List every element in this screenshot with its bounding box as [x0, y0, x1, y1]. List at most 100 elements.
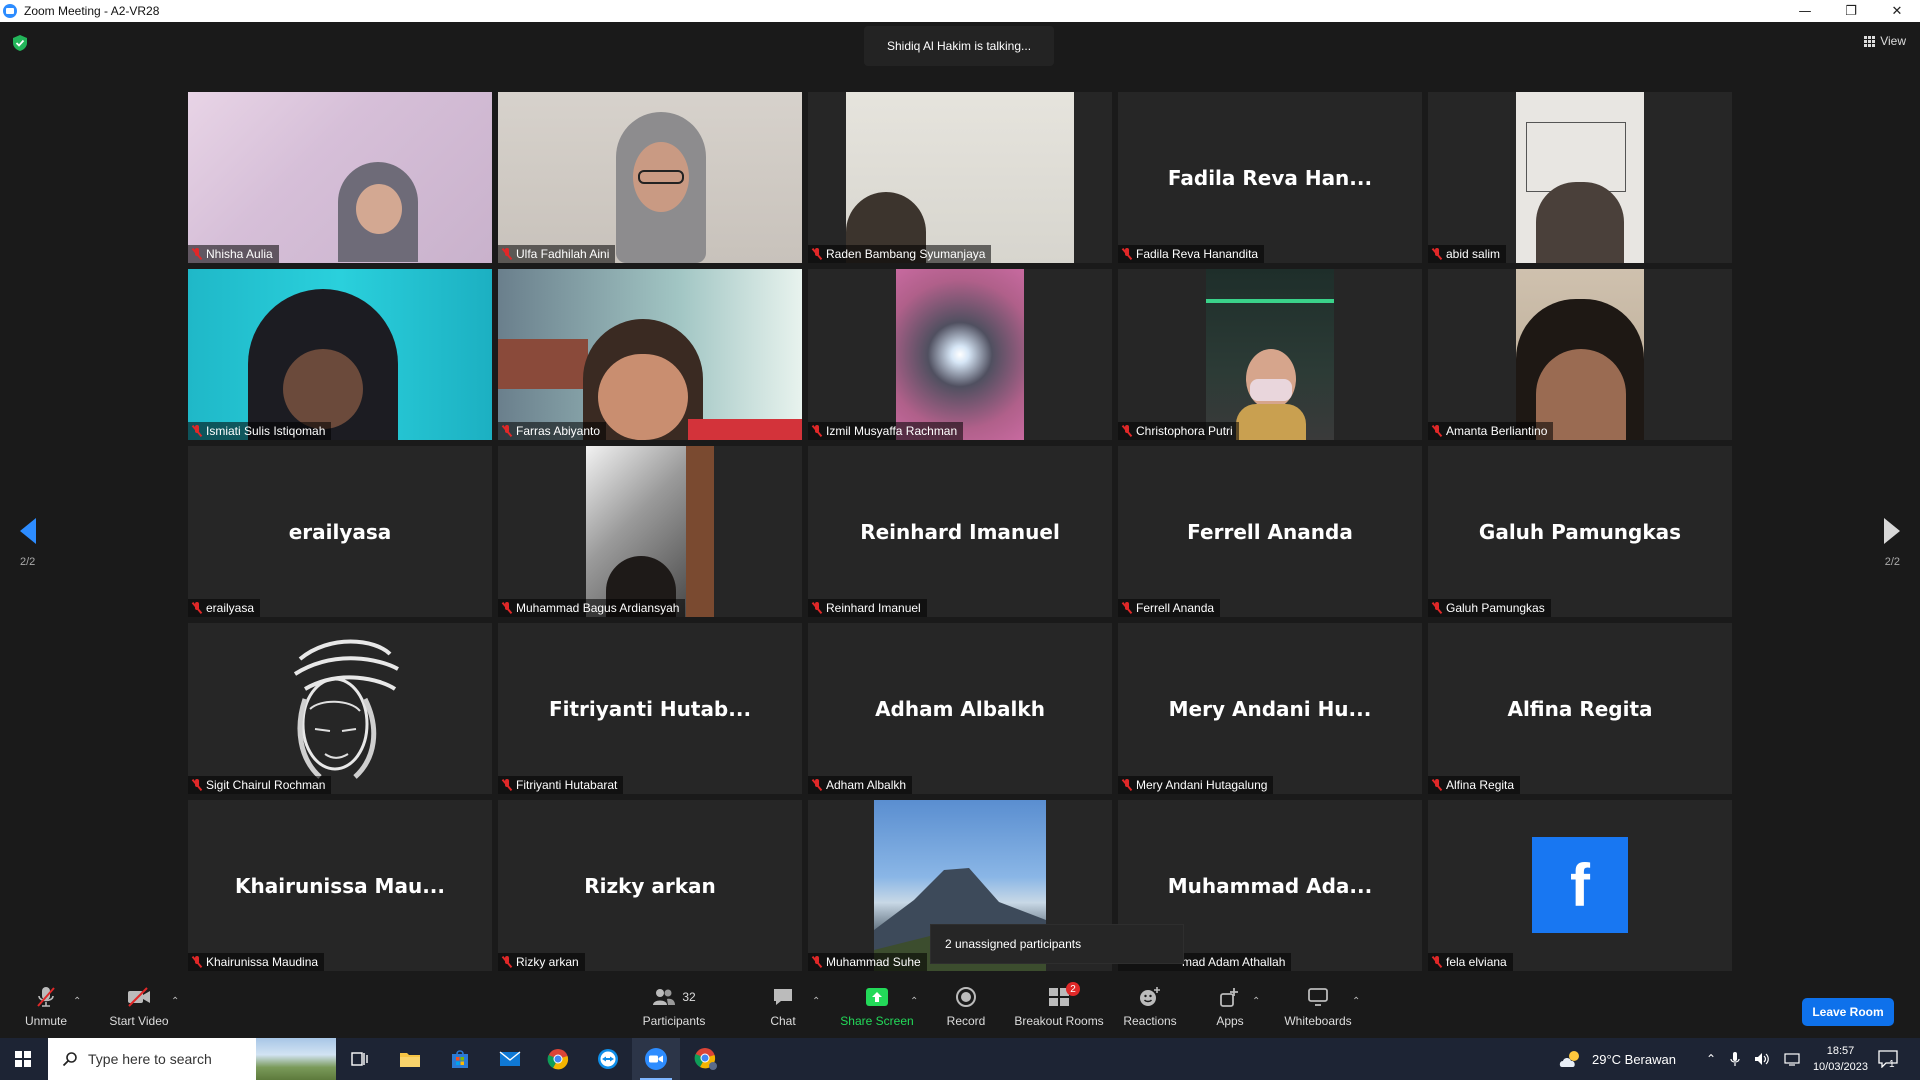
participants-button[interactable]: 32 Participants — [636, 976, 712, 1038]
network-icon[interactable] — [1784, 1052, 1800, 1066]
notification-center-icon — [1878, 1050, 1898, 1068]
participant-display-name: Mery Andani Hu... — [1168, 696, 1372, 721]
participant-tile[interactable]: Sigit Chairul Rochman — [188, 623, 492, 794]
participant-video — [1516, 92, 1644, 263]
participant-name-label: Galuh Pamungkas — [1428, 599, 1551, 617]
share-options-caret-icon[interactable]: ⌃ — [910, 996, 918, 1007]
taskbar-search-box[interactable]: Type here to search — [48, 1038, 336, 1080]
speaker-volume-icon[interactable] — [1754, 1052, 1770, 1066]
participant-tile[interactable]: Nhisha Aulia — [188, 92, 492, 263]
restore-button[interactable]: ❐ — [1828, 0, 1874, 22]
participant-name-label: Christophora Putri — [1118, 422, 1239, 440]
participant-tile[interactable]: Amanta Berliantino — [1428, 269, 1732, 440]
video-options-caret-icon[interactable]: ⌃ — [171, 996, 179, 1007]
participant-tile[interactable]: Raden Bambang Syumanjaya — [808, 92, 1112, 263]
record-button[interactable]: Record — [942, 976, 990, 1038]
participant-name-label: Fitriyanti Hutabarat — [498, 776, 624, 794]
chat-options-caret-icon[interactable]: ⌃ — [812, 996, 820, 1007]
participant-tile[interactable]: Rizky arkan Rizky arkan — [498, 800, 802, 971]
mic-muted-icon — [812, 248, 822, 260]
window-controls: — ❐ ✕ — [1782, 0, 1920, 22]
participant-name-label: Farras Abiyanto — [498, 422, 607, 440]
breakout-rooms-button[interactable]: 2 Breakout Rooms — [1012, 976, 1106, 1038]
close-button[interactable]: ✕ — [1874, 0, 1920, 22]
teamviewer-icon[interactable] — [584, 1038, 632, 1080]
mic-muted-icon — [502, 779, 512, 791]
apps-options-caret-icon[interactable]: ⌃ — [1252, 996, 1260, 1007]
weather-widget[interactable]: 29°C Berawan — [1558, 1038, 1676, 1080]
participant-video — [896, 269, 1024, 440]
mic-muted-icon — [502, 602, 512, 614]
whiteboards-options-caret-icon[interactable]: ⌃ — [1352, 996, 1360, 1007]
view-button[interactable]: View — [1864, 34, 1906, 48]
mic-muted-icon — [1432, 956, 1442, 968]
participants-icon — [653, 989, 676, 1005]
breakout-rooms-badge: 2 — [1066, 982, 1080, 996]
zoom-taskbar-icon[interactable] — [632, 1038, 680, 1080]
start-video-button[interactable]: Start Video — [104, 976, 174, 1038]
microsoft-store-icon[interactable] — [436, 1038, 484, 1080]
apps-button[interactable]: Apps — [1212, 976, 1248, 1038]
unmute-button[interactable]: Unmute — [18, 976, 74, 1038]
audio-options-caret-icon[interactable]: ⌃ — [73, 996, 81, 1007]
reactions-button[interactable]: Reactions — [1122, 976, 1178, 1038]
participant-tile[interactable]: Farras Abiyanto — [498, 269, 802, 440]
mic-muted-icon — [192, 602, 202, 614]
participant-tile[interactable]: Ferrell Ananda Ferrell Ananda — [1118, 446, 1422, 617]
notification-count: 1 — [1889, 1058, 1895, 1070]
meeting-area: Shidiq Al Hakim is talking... View 2/2 2… — [0, 22, 1920, 976]
notifications-button[interactable]: 1 — [1878, 1038, 1898, 1080]
participant-tile[interactable]: Fadila Reva Han... Fadila Reva Hanandita — [1118, 92, 1422, 263]
participant-tile[interactable]: Ismiati Sulis Istiqomah — [188, 269, 492, 440]
participant-tile[interactable]: Fitriyanti Hutab... Fitriyanti Hutabarat — [498, 623, 802, 794]
mic-muted-icon — [1122, 425, 1132, 437]
participant-name-label: abid salim — [1428, 245, 1507, 263]
windows-taskbar: Type here to search 29°C Berawan ⌃ 18:57… — [0, 1038, 1920, 1080]
previous-page-arrow-icon[interactable] — [18, 516, 38, 546]
mic-muted-icon — [1432, 425, 1442, 437]
participant-display-name: Fadila Reva Han... — [1167, 165, 1373, 190]
chat-button[interactable]: Chat — [762, 976, 804, 1038]
participant-tile[interactable]: erailyasa erailyasa — [188, 446, 492, 617]
start-button[interactable] — [0, 1038, 46, 1080]
next-page-arrow-icon[interactable] — [1882, 516, 1902, 546]
windows-logo-icon — [15, 1051, 31, 1067]
chrome-profile-icon[interactable] — [682, 1038, 730, 1080]
mic-muted-icon — [812, 602, 822, 614]
file-explorer-icon[interactable] — [386, 1038, 434, 1080]
participant-name-label: fela elviana — [1428, 953, 1513, 971]
participant-tile[interactable]: f fela elviana — [1428, 800, 1732, 971]
participant-tile[interactable]: Ulfa Fadhilah Aini — [498, 92, 802, 263]
video-camera-off-icon — [128, 987, 150, 1007]
participant-tile[interactable]: Adham Albalkh Adham Albalkh — [808, 623, 1112, 794]
participant-tile[interactable]: Khairunissa Mau... Khairunissa Maudina — [188, 800, 492, 971]
window-title: Zoom Meeting - A2-VR28 — [24, 4, 160, 18]
participant-tile[interactable]: Mery Andani Hu... Mery Andani Hutagalung — [1118, 623, 1422, 794]
leave-room-button[interactable]: Leave Room — [1802, 998, 1894, 1026]
system-clock[interactable]: 18:57 10/03/2023 — [1813, 1043, 1868, 1075]
participant-tile[interactable]: Reinhard Imanuel Reinhard Imanuel — [808, 446, 1112, 617]
participant-tile[interactable]: abid salim — [1428, 92, 1732, 263]
microphone-tray-icon[interactable] — [1730, 1051, 1740, 1067]
mail-icon[interactable] — [486, 1038, 534, 1080]
participant-name-label: Adham Albalkh — [808, 776, 913, 794]
participant-tile[interactable]: Christophora Putri — [1118, 269, 1422, 440]
mic-muted-icon — [192, 248, 202, 260]
mic-muted-icon — [502, 248, 512, 260]
security-shield-icon[interactable] — [12, 34, 28, 52]
facebook-icon: f — [1532, 837, 1628, 933]
participant-tile[interactable]: Alfina Regita Alfina Regita — [1428, 623, 1732, 794]
participant-name-label: Sigit Chairul Rochman — [188, 776, 332, 794]
participant-tile[interactable]: Galuh Pamungkas Galuh Pamungkas — [1428, 446, 1732, 617]
participant-display-name: Ferrell Ananda — [1187, 519, 1353, 544]
task-view-icon[interactable] — [336, 1038, 384, 1080]
share-screen-button[interactable]: Share Screen — [836, 976, 918, 1038]
mic-muted-icon — [502, 956, 512, 968]
chrome-icon[interactable] — [534, 1038, 582, 1080]
minimize-button[interactable]: — — [1782, 0, 1828, 22]
participant-name-label: Alfina Regita — [1428, 776, 1521, 794]
participant-tile[interactable]: Izmil Musyaffa Rachman — [808, 269, 1112, 440]
participant-tile[interactable]: Muhammad Bagus Ardiansyah — [498, 446, 802, 617]
whiteboards-button[interactable]: Whiteboards — [1282, 976, 1354, 1038]
show-hidden-icons-chevron-icon[interactable]: ⌃ — [1706, 1052, 1716, 1066]
